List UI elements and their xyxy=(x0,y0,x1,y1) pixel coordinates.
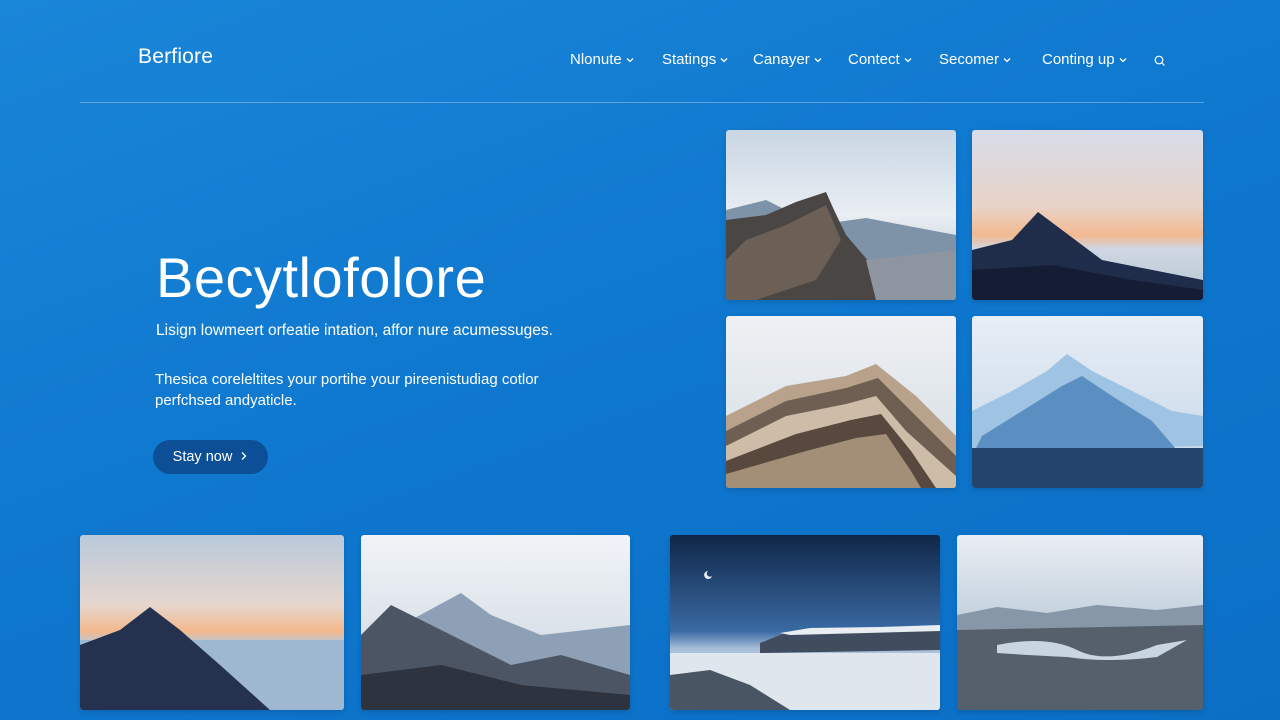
gallery-photo-striped-ridge[interactable] xyxy=(726,316,956,488)
hero-title: Becytlofolore xyxy=(156,246,487,309)
gallery-photo-sunset-peak[interactable] xyxy=(972,130,1203,300)
chevron-down-icon xyxy=(1003,56,1011,64)
gallery-photo-river-valley[interactable] xyxy=(957,535,1203,710)
nav-item-label: Statings xyxy=(662,51,717,68)
gallery-photo-glacier[interactable] xyxy=(972,316,1203,488)
nav-item-contect[interactable]: Contect xyxy=(848,51,912,68)
nav-item-label: Nlonute xyxy=(570,51,622,68)
nav-item-conting-up[interactable]: Conting up xyxy=(1042,51,1127,68)
nav-item-label: Canayer xyxy=(753,51,810,68)
nav-item-label: Secomer xyxy=(939,51,1000,68)
nav-item-canayer[interactable]: Canayer xyxy=(753,51,822,68)
chevron-down-icon xyxy=(1119,56,1127,64)
chevron-down-icon xyxy=(626,56,634,64)
search-icon[interactable] xyxy=(1153,54,1167,68)
nav-item-statings[interactable]: Statings xyxy=(662,51,728,68)
cta-label: Stay now xyxy=(172,449,233,465)
chevron-right-icon xyxy=(240,449,248,465)
chevron-down-icon xyxy=(720,56,728,64)
nav-item-secomer[interactable]: Secomer xyxy=(939,51,1011,68)
header-divider xyxy=(80,102,1204,103)
main-nav: Nlonute Statings Canayer Contect Secomer… xyxy=(0,51,1280,71)
chevron-down-icon xyxy=(904,56,912,64)
hero-description: Thesica coreleltites your portihe your p… xyxy=(155,371,539,409)
gallery-photo-dawn-lake[interactable] xyxy=(80,535,344,710)
nav-item-nlonute[interactable]: Nlonute xyxy=(570,51,634,68)
gallery-photo-rocky-cliff[interactable] xyxy=(726,130,956,300)
nav-item-label: Contect xyxy=(848,51,900,68)
gallery-photo-night-plain[interactable] xyxy=(670,535,940,710)
chevron-down-icon xyxy=(814,56,822,64)
gallery-photo-misty-range[interactable] xyxy=(361,535,630,710)
nav-item-label: Conting up xyxy=(1042,51,1115,68)
site-header: Berfiore Nlonute Statings Canayer Contec… xyxy=(0,0,1280,103)
hero-subtitle: Lisign lowmeert orfeatie intation, affor… xyxy=(156,322,553,339)
stay-now-button[interactable]: Stay now xyxy=(153,440,268,474)
